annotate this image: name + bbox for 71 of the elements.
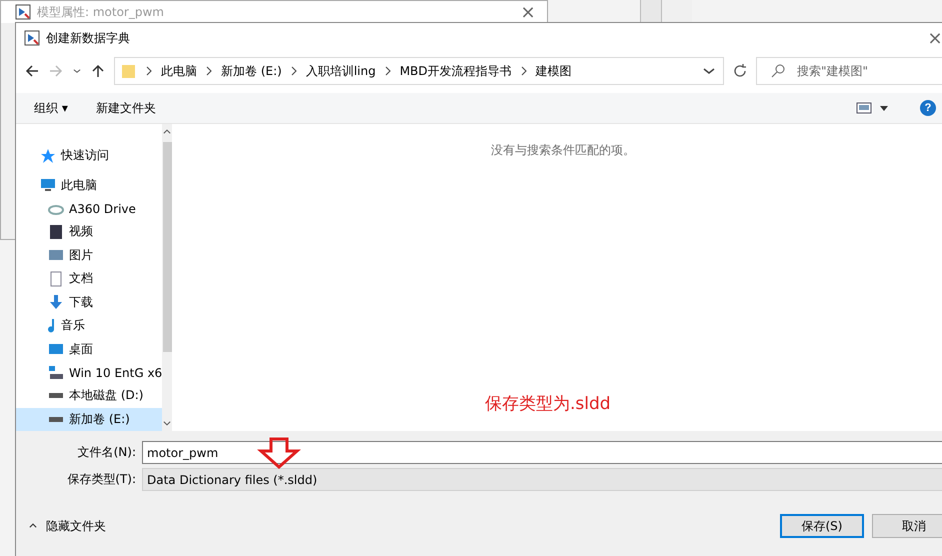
- chevron-icon: [384, 66, 392, 76]
- chevron-icon: [145, 66, 153, 76]
- folder-icon: [121, 63, 137, 79]
- sidebar-item[interactable]: 本地磁盘 (D:): [16, 384, 162, 408]
- view-icon[interactable]: [856, 100, 872, 116]
- drive-icon: [48, 416, 64, 423]
- chevron-icon: [290, 66, 298, 76]
- sidebar-label: 文档: [69, 270, 93, 288]
- search-field[interactable]: 搜索"建模图": [756, 57, 942, 85]
- new-folder-button[interactable]: 新建文件夹: [96, 98, 156, 118]
- sidebar-label: Win 10 EntG x6: [69, 366, 162, 380]
- sidebar-item[interactable]: 新加卷 (E:): [16, 408, 162, 432]
- sidebar-label: 视频: [69, 223, 93, 240]
- sidebar-item[interactable]: 文档: [16, 267, 162, 291]
- drive-icon: [48, 392, 64, 400]
- window-title: 模型属性: motor_pwm: [37, 4, 165, 20]
- breadcrumb[interactable]: 建模图: [536, 62, 572, 80]
- sidebar-item[interactable]: A360 Drive: [16, 196, 162, 220]
- sidebar-item[interactable]: Win 10 EntG x6: [16, 360, 162, 384]
- sidebar-label: A360 Drive: [69, 202, 136, 216]
- video-icon: [48, 224, 64, 240]
- back-arrow-icon[interactable]: [24, 63, 40, 79]
- sidebar-item[interactable]: 此电脑: [16, 173, 162, 197]
- down-arrow-icon: [256, 437, 302, 469]
- close-button[interactable]: ×: [924, 28, 942, 48]
- sidebar-item[interactable]: 图片: [16, 244, 162, 268]
- help-button[interactable]: ?: [920, 100, 936, 116]
- sidebar-item[interactable]: 快速访问: [16, 144, 162, 168]
- annotation-text: 保存类型为.sldd: [485, 393, 611, 415]
- sidebar-label: 本地磁盘 (D:): [69, 387, 144, 404]
- filename-field[interactable]: motor_pwm: [142, 441, 942, 464]
- download-icon: [48, 294, 64, 310]
- hide-folders-toggle[interactable]: 隐藏文件夹: [28, 518, 106, 534]
- app-icon: [15, 4, 31, 20]
- refresh-icon[interactable]: [732, 63, 748, 79]
- sidebar-item[interactable]: 桌面: [16, 337, 162, 361]
- breadcrumb[interactable]: 入职培训ling: [306, 62, 376, 80]
- sidebar-label: 新加卷 (E:): [69, 410, 130, 428]
- field-label: 文件名(N):: [76, 444, 136, 461]
- chevron-icon: [520, 66, 528, 76]
- sidebar-label: 此电脑: [61, 176, 97, 194]
- empty-message: 没有与搜索条件匹配的项。: [491, 142, 635, 159]
- breadcrumb[interactable]: 此电脑: [161, 62, 197, 80]
- organize-menu[interactable]: 组织 ▾: [34, 98, 68, 118]
- chevron-icon: [205, 66, 213, 76]
- document-icon: [48, 270, 64, 287]
- sidebar-item[interactable]: 下载: [16, 290, 162, 314]
- hide-folders-label: 隐藏文件夹: [46, 518, 106, 534]
- sidebar-label: 下载: [69, 294, 93, 311]
- breadcrumb[interactable]: MBD开发流程指导书: [400, 62, 512, 80]
- netdrive-icon: [48, 364, 64, 380]
- close-button[interactable]: ×: [517, 2, 539, 22]
- scrollbar[interactable]: [162, 124, 172, 431]
- sidebar-item[interactable]: 音乐: [16, 314, 162, 338]
- music-icon: [48, 318, 56, 334]
- sidebar-label: 桌面: [69, 340, 93, 358]
- address-bar[interactable]: 此电脑 新加卷 (E:) 入职培训ling MBD开发流程指导书 建模图: [114, 57, 724, 85]
- save-button[interactable]: 保存(S): [780, 514, 864, 538]
- app-icon: [24, 30, 40, 46]
- up-arrow-icon[interactable]: [90, 63, 106, 79]
- dialog-title: 创建新数据字典: [46, 30, 131, 46]
- sidebar-item[interactable]: 视频: [16, 220, 162, 244]
- breadcrumb[interactable]: 新加卷 (E:): [221, 62, 282, 80]
- file-type-dropdown[interactable]: Data Dictionary files (*.sldd): [142, 468, 942, 491]
- star-icon: [40, 148, 56, 164]
- field-label: 保存类型(T):: [66, 471, 136, 488]
- pc-icon: [40, 177, 56, 194]
- sidebar-label: 图片: [69, 246, 93, 264]
- cancel-button[interactable]: 取消: [872, 514, 942, 538]
- sidebar-label: 快速访问: [61, 147, 109, 164]
- sidebar-label: 音乐: [61, 317, 85, 334]
